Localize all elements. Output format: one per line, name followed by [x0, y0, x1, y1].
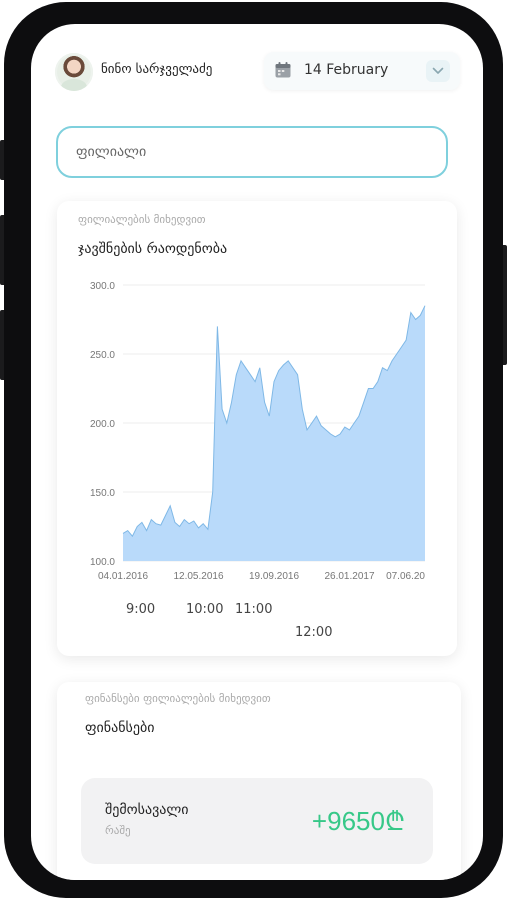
income-panel[interactable]: შემოსავალი რაშე +9650₾: [81, 778, 433, 864]
bookings-chart: 100.0 150.0 200.0 250.0 300.0 04.01.2016 12.05…: [90, 281, 426, 582]
y-tick-label: 100.0: [90, 557, 115, 568]
finance-card-title: ფინანსები: [85, 720, 155, 736]
finance-card: ფინანსები ფილიალების მიხედვით ფინანსები …: [57, 682, 461, 880]
calendar-icon: [274, 61, 292, 79]
income-value: +9650₾: [311, 806, 405, 836]
x-tick-label: 04.01.2016: [98, 571, 148, 582]
avatar[interactable]: [55, 53, 93, 91]
branch-search-input[interactable]: [56, 126, 448, 178]
time-slot[interactable]: 12:00: [295, 625, 332, 640]
x-tick-label: 26.01.2017: [324, 571, 374, 582]
y-tick-label: 150.0: [90, 488, 115, 499]
x-tick-label: 19.09.2016: [249, 571, 299, 582]
time-slot[interactable]: 9:00: [126, 602, 155, 617]
time-slot[interactable]: 10:00: [186, 602, 223, 617]
bookings-area-series[interactable]: [123, 305, 425, 561]
income-period: რაშე: [105, 824, 131, 837]
chevron-down-icon[interactable]: [426, 60, 450, 82]
x-tick-label: 07.06.20: [386, 571, 425, 582]
income-label: შემოსავალი: [105, 802, 189, 818]
bookings-card: ფილიალების მიხედვით ჯავშნების რაოდენობა …: [57, 201, 457, 656]
user-name: ნინო სარჯველაძე: [101, 62, 213, 77]
y-tick-label: 250.0: [90, 350, 115, 361]
y-tick-label: 200.0: [90, 419, 115, 430]
bookings-card-subtitle: ფილიალების მიხედვით: [78, 213, 206, 226]
y-tick-label: 300.0: [90, 281, 115, 292]
time-slot[interactable]: 11:00: [235, 602, 272, 617]
date-label: 14 February: [304, 62, 389, 78]
phone-frame: ნინო სარჯველაძე 14 February ფილიალი ფილი…: [4, 2, 503, 898]
bookings-card-title: ჯავშნების რაოდენობა: [78, 241, 228, 257]
app-screen: ნინო სარჯველაძე 14 February ფილიალი ფილი…: [31, 24, 483, 880]
finance-card-subtitle: ფინანსები ფილიალების მიხედვით: [85, 692, 271, 705]
x-tick-label: 12.05.2016: [173, 571, 223, 582]
date-picker[interactable]: 14 February: [264, 52, 460, 90]
